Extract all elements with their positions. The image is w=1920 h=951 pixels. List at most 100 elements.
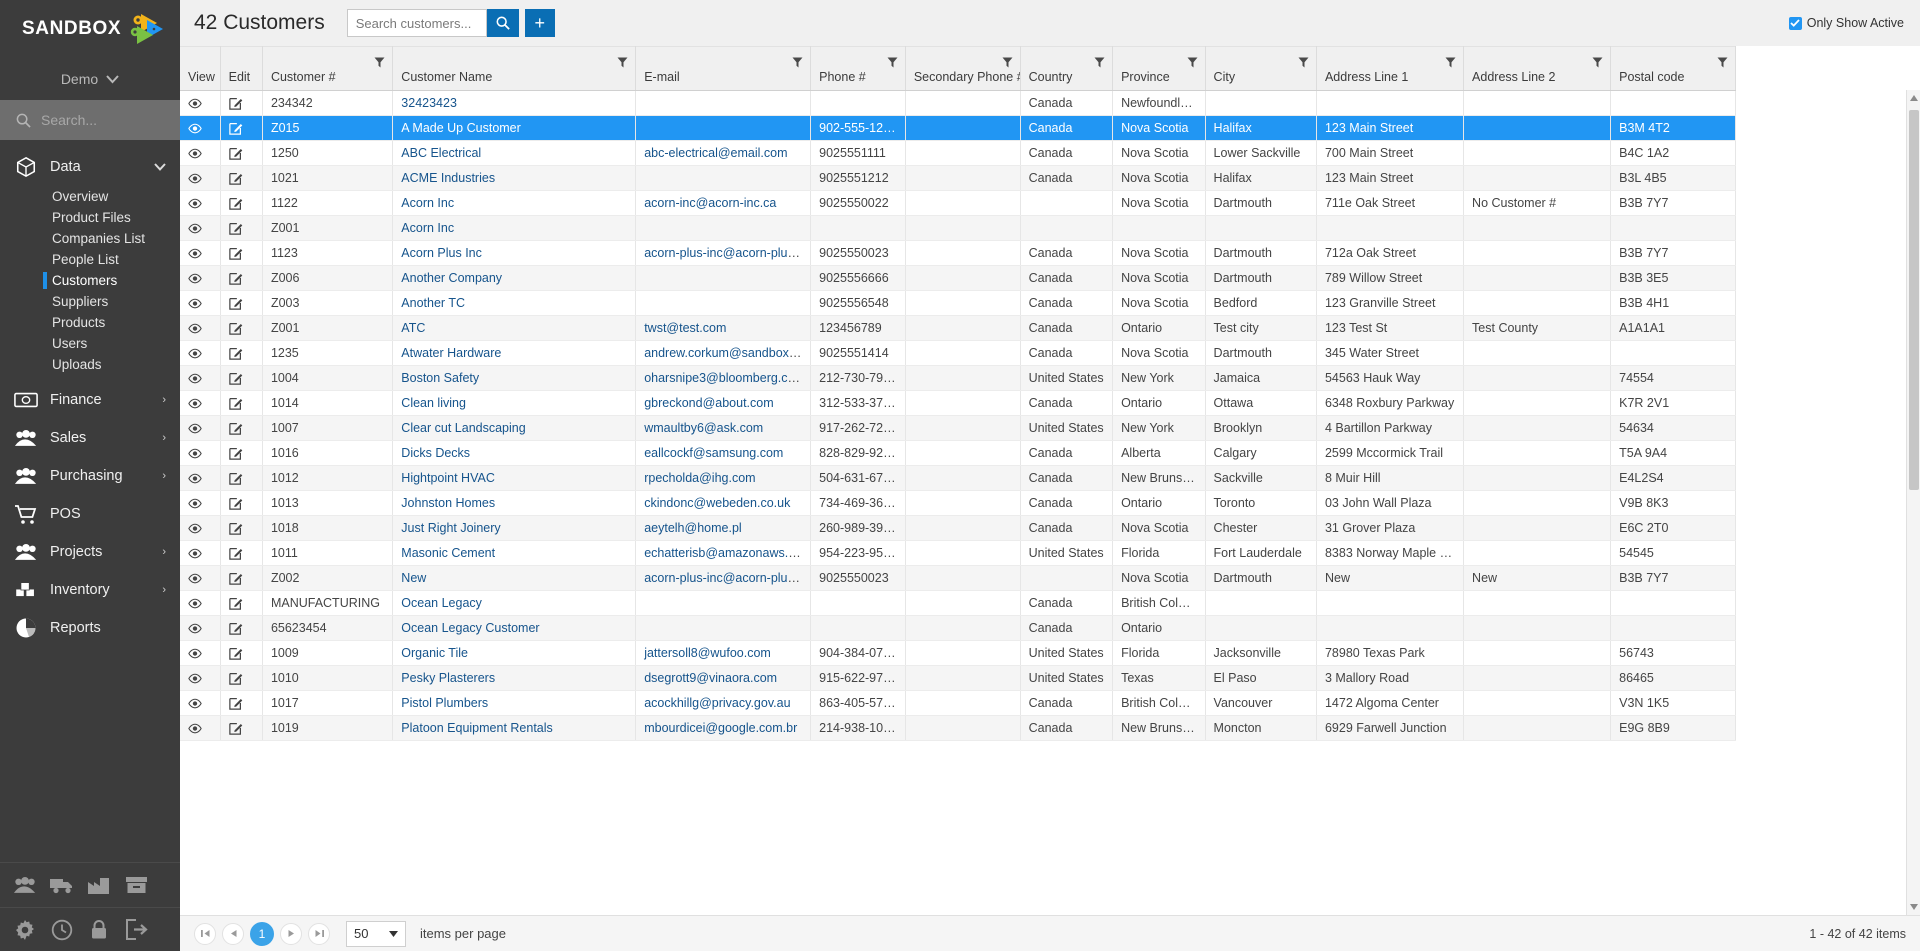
cell-name[interactable]: Ocean Legacy Customer: [392, 615, 637, 641]
table-row[interactable]: 234342 32423423 Canada Newfoundlan...: [180, 90, 1736, 116]
cell-name[interactable]: ACME Industries: [392, 165, 637, 191]
cell-email[interactable]: abc-electrical@email.com: [635, 140, 812, 166]
edit-row-button[interactable]: [220, 515, 263, 541]
cell-name[interactable]: Hightpoint HVAC: [392, 465, 637, 491]
table-row[interactable]: 1016 Dicks Decks eallcockf@samsung.com 828-…: [180, 440, 1736, 466]
cell-email[interactable]: andrew.corkum@sandboxonli...: [635, 340, 812, 366]
table-row[interactable]: 65623454 Ocean Legacy Customer Canada Ontar…: [180, 615, 1736, 641]
people-icon[interactable]: [12, 872, 38, 898]
customer-name-link[interactable]: Another TC: [401, 296, 465, 310]
cell-name[interactable]: Dicks Decks: [392, 440, 637, 466]
customer-name-link[interactable]: Ocean Legacy Customer: [401, 621, 539, 635]
vertical-scrollbar[interactable]: [1906, 90, 1920, 915]
sidebar-group-reports[interactable]: Reports: [0, 609, 180, 647]
view-row-button[interactable]: [180, 340, 221, 366]
table-row[interactable]: 1007 Clear cut Landscaping wmaultby6@ask.c…: [180, 415, 1736, 441]
customer-name-link[interactable]: Pesky Plasterers: [401, 671, 495, 685]
edit-row-button[interactable]: [220, 190, 263, 216]
email-link[interactable]: aeytelh@home.pl: [644, 521, 741, 535]
vertical-scroll-thumb[interactable]: [1909, 110, 1919, 490]
edit-row-button[interactable]: [220, 115, 263, 141]
cell-name[interactable]: A Made Up Customer: [392, 115, 637, 141]
view-row-button[interactable]: [180, 265, 221, 291]
customer-name-link[interactable]: Clear cut Landscaping: [401, 421, 525, 435]
table-row[interactable]: 1021 ACME Industries 9025551212 Canada Nova …: [180, 165, 1736, 191]
view-row-button[interactable]: [180, 490, 221, 516]
edit-row-button[interactable]: [220, 140, 263, 166]
email-link[interactable]: wmaultby6@ask.com: [644, 421, 763, 435]
edit-row-button[interactable]: [220, 240, 263, 266]
sidebar-item-overview[interactable]: Overview: [0, 186, 180, 207]
column-header-country[interactable]: Country: [1020, 46, 1114, 91]
cell-email[interactable]: aeytelh@home.pl: [635, 515, 812, 541]
customer-name-link[interactable]: Platoon Equipment Rentals: [401, 721, 552, 735]
cell-email[interactable]: wmaultby6@ask.com: [635, 415, 812, 441]
edit-row-button[interactable]: [220, 315, 263, 341]
table-row[interactable]: 1009 Organic Tile jattersoll8@wufoo.com 904…: [180, 640, 1736, 666]
view-row-button[interactable]: [180, 240, 221, 266]
column-header-province[interactable]: Province: [1112, 46, 1206, 91]
customer-name-link[interactable]: Another Company: [401, 271, 502, 285]
column-header-address-line-2[interactable]: Address Line 2: [1463, 46, 1612, 91]
table-row[interactable]: 1250 ABC Electrical abc-electrical@email.c…: [180, 140, 1736, 166]
items-per-page-select[interactable]: 50: [346, 920, 406, 947]
customer-name-link[interactable]: Pistol Plumbers: [401, 696, 488, 710]
customer-name-link[interactable]: Clean living: [401, 396, 466, 410]
sidebar-item-people-list[interactable]: People List: [0, 249, 180, 270]
table-row[interactable]: 1235 Atwater Hardware andrew.corkum@sandbo…: [180, 340, 1736, 366]
edit-row-button[interactable]: [220, 615, 263, 641]
cell-name[interactable]: ABC Electrical: [392, 140, 637, 166]
cell-email[interactable]: echatterisb@amazonaws.com: [635, 540, 812, 566]
sidebar-group-sales[interactable]: Sales ›: [0, 419, 180, 457]
edit-row-button[interactable]: [220, 165, 263, 191]
first-page-button[interactable]: [194, 922, 216, 945]
edit-row-button[interactable]: [220, 465, 263, 491]
funnel-icon[interactable]: [1592, 57, 1603, 68]
customer-name-link[interactable]: A Made Up Customer: [401, 121, 521, 135]
customer-name-link[interactable]: ATC: [401, 321, 425, 335]
customer-name-link[interactable]: Organic Tile: [401, 646, 468, 660]
cell-name[interactable]: Organic Tile: [392, 640, 637, 666]
sidebar-item-users[interactable]: Users: [0, 333, 180, 354]
table-row[interactable]: MANUFACTURING Ocean Legacy Canada British C…: [180, 590, 1736, 616]
email-link[interactable]: acorn-plus-inc@acorn-plus-in...: [644, 571, 809, 585]
customer-name-link[interactable]: Dicks Decks: [401, 446, 470, 460]
email-link[interactable]: andrew.corkum@sandboxonli...: [644, 346, 809, 360]
table-row[interactable]: 1011 Masonic Cement echatterisb@amazonaws.…: [180, 540, 1736, 566]
funnel-icon[interactable]: [887, 57, 898, 68]
cell-name[interactable]: Johnston Homes: [392, 490, 637, 516]
table-row[interactable]: 1013 Johnston Homes ckindonc@webeden.co.uk…: [180, 490, 1736, 516]
edit-row-button[interactable]: [220, 690, 263, 716]
funnel-icon[interactable]: [792, 57, 803, 68]
view-row-button[interactable]: [180, 540, 221, 566]
view-row-button[interactable]: [180, 515, 221, 541]
email-link[interactable]: mbourdicei@google.com.br: [644, 721, 797, 735]
customer-name-link[interactable]: New: [401, 571, 426, 585]
email-link[interactable]: twst@test.com: [644, 321, 726, 335]
sidebar-item-product-files[interactable]: Product Files: [0, 207, 180, 228]
clock-icon[interactable]: [49, 917, 75, 943]
email-link[interactable]: eallcockf@samsung.com: [644, 446, 783, 460]
last-page-button[interactable]: [308, 922, 330, 945]
column-header-view[interactable]: View: [180, 46, 221, 91]
column-header-secondary-phone[interactable]: Secondary Phone #: [905, 46, 1021, 91]
search-button[interactable]: [486, 9, 519, 37]
logout-icon[interactable]: [123, 917, 149, 943]
edit-row-button[interactable]: [220, 540, 263, 566]
funnel-icon[interactable]: [374, 57, 385, 68]
view-row-button[interactable]: [180, 365, 221, 391]
customer-name-link[interactable]: Acorn Inc: [401, 221, 454, 235]
column-header-city[interactable]: City: [1205, 46, 1317, 91]
cell-name[interactable]: Clean living: [392, 390, 637, 416]
sidebar-item-suppliers[interactable]: Suppliers: [0, 291, 180, 312]
view-row-button[interactable]: [180, 290, 221, 316]
view-row-button[interactable]: [180, 315, 221, 341]
view-row-button[interactable]: [180, 565, 221, 591]
email-link[interactable]: rpecholda@ihg.com: [644, 471, 755, 485]
cell-name[interactable]: Acorn Inc: [392, 190, 637, 216]
scroll-up-icon[interactable]: [1909, 92, 1919, 104]
cell-email[interactable]: gbreckond@about.com: [635, 390, 812, 416]
edit-row-button[interactable]: [220, 265, 263, 291]
email-link[interactable]: abc-electrical@email.com: [644, 146, 787, 160]
cell-name[interactable]: Clear cut Landscaping: [392, 415, 637, 441]
